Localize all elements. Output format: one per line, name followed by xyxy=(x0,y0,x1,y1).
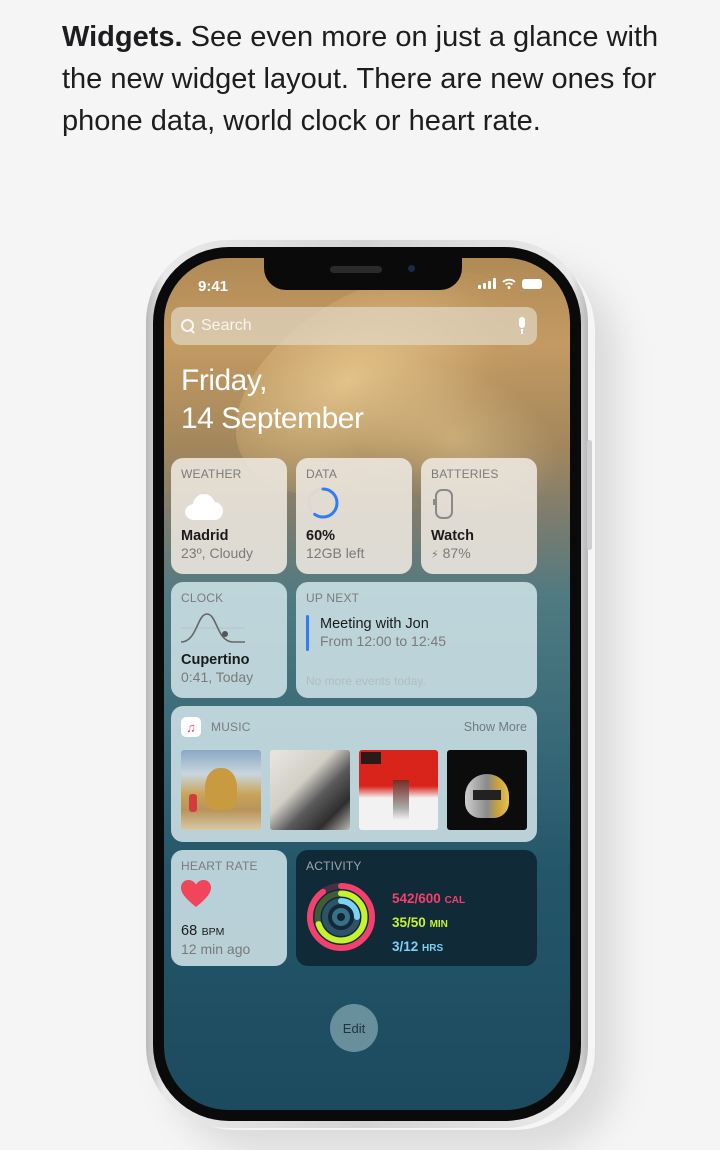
microphone-icon[interactable] xyxy=(517,317,527,335)
move-value: 542/600 xyxy=(392,891,441,906)
clock-widget[interactable]: CLOCK Cupertino 0:41, Today xyxy=(171,582,287,698)
clock-city: Cupertino xyxy=(181,652,250,668)
weather-widget[interactable]: WEATHER Madrid 23º, Cloudy xyxy=(171,458,287,574)
weather-city: Madrid xyxy=(181,528,229,544)
wifi-icon xyxy=(502,278,516,289)
data-remaining: 12GB left xyxy=(306,545,365,561)
show-more-link[interactable]: Show More xyxy=(464,720,527,734)
album-anti[interactable] xyxy=(358,750,439,830)
data-usage-ring xyxy=(307,487,339,519)
date-weekday: Friday, xyxy=(181,364,267,397)
side-button xyxy=(587,440,592,550)
battery-level-row: ⚡ 87% xyxy=(431,545,474,561)
widget-title: ACTIVITY xyxy=(306,859,362,873)
search-input[interactable]: Search xyxy=(201,317,517,335)
charging-icon: ⚡ xyxy=(431,549,439,561)
date-heading: Friday, 14 September xyxy=(181,362,364,438)
heart-rate-value: 68 xyxy=(181,923,198,939)
data-widget[interactable]: DATA 60% 12GB left xyxy=(296,458,412,574)
edit-button[interactable]: Edit xyxy=(330,1004,378,1052)
event-title: Meeting with Jon xyxy=(320,616,429,632)
stand-stat: 3/12 HRS xyxy=(392,936,465,960)
music-widget[interactable]: ♫ MUSIC Show More xyxy=(171,706,537,842)
phone-screen: 9:41 Search Friday, 14 September WEATHER… xyxy=(164,258,570,1110)
widget-title: CLOCK xyxy=(181,591,224,605)
music-header: ♫ MUSIC Show More xyxy=(181,717,527,737)
battery-device: Watch xyxy=(431,528,474,544)
cellular-signal-icon xyxy=(478,278,496,289)
up-next-widget[interactable]: UP NEXT Meeting with Jon From 12:00 to 1… xyxy=(296,582,537,698)
event-accent-bar xyxy=(306,615,309,651)
heart-rate-widget[interactable]: HEART RATE 68 BPM 12 min ago xyxy=(171,850,287,966)
music-app-icon: ♫ xyxy=(181,717,201,737)
battery-level: 87% xyxy=(442,545,471,561)
status-time: 9:41 xyxy=(198,278,229,295)
clock-time: 0:41, Today xyxy=(181,669,254,685)
move-unit: CAL xyxy=(444,895,466,906)
stand-value: 3/12 xyxy=(392,939,419,954)
speaker xyxy=(330,266,382,273)
heart-rate-unit: BPM xyxy=(201,926,225,938)
intro-heading: Widgets. xyxy=(62,21,183,53)
notch xyxy=(264,258,462,290)
data-percent: 60% xyxy=(306,528,336,544)
heart-icon xyxy=(181,880,211,907)
date-day: 14 September xyxy=(181,402,364,435)
widget-title: UP NEXT xyxy=(306,591,360,605)
front-camera xyxy=(408,265,415,272)
search-bar[interactable]: Search xyxy=(171,307,537,345)
activity-stats: 542/600 CAL 35/50 MIN 3/12 HRS xyxy=(392,888,465,960)
move-stat: 542/600 CAL xyxy=(392,888,465,912)
status-icons xyxy=(478,278,542,289)
intro-text: Widgets. See even more on just a glance … xyxy=(62,16,682,142)
album-a-star-is-born[interactable] xyxy=(269,750,350,830)
daylight-curve-icon xyxy=(181,613,245,643)
watch-icon xyxy=(433,489,453,519)
phone-bezel: 9:41 Search Friday, 14 September WEATHER… xyxy=(153,247,581,1121)
no-more-events: No more events today. xyxy=(306,674,426,688)
stand-unit: HRS xyxy=(422,943,444,954)
widget-title: HEART RATE xyxy=(181,859,258,873)
heart-rate-value-row: 68 BPM xyxy=(181,922,250,940)
album-random-access-memories[interactable] xyxy=(447,750,527,830)
album-list xyxy=(181,750,527,830)
ring-center-dot xyxy=(337,913,345,921)
widget-title: WEATHER xyxy=(181,467,242,481)
activity-widget[interactable]: ACTIVITY 542/600 CAL 35/50 MIN 3/12 HRS xyxy=(296,850,537,966)
exercise-unit: MIN xyxy=(429,919,448,930)
event-time: From 12:00 to 12:45 xyxy=(320,633,447,649)
widget-title: DATA xyxy=(306,467,338,481)
exercise-value: 35/50 xyxy=(392,915,426,930)
activity-rings xyxy=(307,883,375,951)
widget-title: BATTERIES xyxy=(431,467,499,481)
battery-icon xyxy=(522,279,542,289)
album-astroworld[interactable] xyxy=(181,750,261,830)
batteries-widget[interactable]: BATTERIES Watch ⚡ 87% xyxy=(421,458,537,574)
heart-rate-time: 12 min ago xyxy=(181,941,251,957)
exercise-stat: 35/50 MIN xyxy=(392,912,465,936)
weather-condition: 23º, Cloudy xyxy=(181,545,254,561)
cloud-icon xyxy=(185,494,223,520)
iphone-frame: 9:41 Search Friday, 14 September WEATHER… xyxy=(146,240,592,1128)
widget-title: MUSIC xyxy=(211,720,251,734)
search-icon xyxy=(181,319,195,333)
